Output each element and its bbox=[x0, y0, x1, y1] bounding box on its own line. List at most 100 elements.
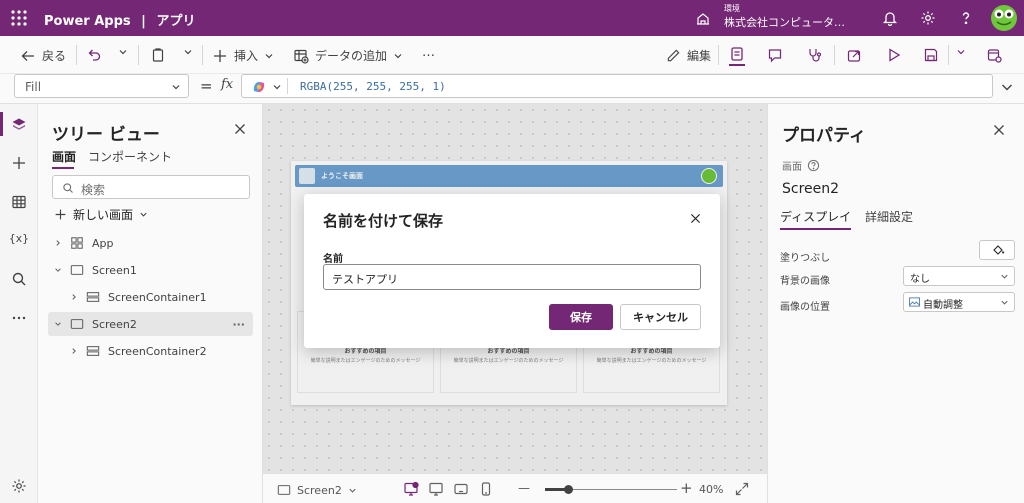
tablet-layout-icon[interactable] bbox=[453, 481, 469, 497]
tree-item-screencontainer2[interactable]: ScreenContainer2 bbox=[48, 339, 253, 363]
tree-item-screencontainer1[interactable]: ScreenContainer1 bbox=[48, 285, 253, 309]
user-avatar[interactable] bbox=[991, 5, 1017, 31]
fill-color-picker[interactable] bbox=[979, 240, 1015, 260]
chevron-down-icon[interactable] bbox=[272, 82, 282, 92]
device-preview-icon[interactable] bbox=[403, 481, 419, 497]
screen-selector[interactable]: Screen2 bbox=[277, 483, 357, 497]
more-icon[interactable] bbox=[11, 310, 27, 326]
zoom-slider-track[interactable] bbox=[545, 485, 677, 494]
save-button[interactable] bbox=[923, 47, 939, 63]
image-position-value: 自動調整 bbox=[923, 300, 963, 311]
app-name-input[interactable]: テストアプリ bbox=[323, 264, 701, 290]
name-field-label: 名前 bbox=[323, 254, 343, 265]
back-button[interactable]: 戻る bbox=[20, 47, 66, 64]
add-data-button[interactable]: データの追加 bbox=[293, 47, 403, 64]
back-arrow-icon bbox=[21, 50, 34, 61]
add-data-label: データの追加 bbox=[315, 49, 388, 63]
chevron-down-icon bbox=[184, 50, 192, 55]
formula-input[interactable]: RGBA(255, 255, 255, 1) bbox=[241, 74, 993, 98]
data-table-icon[interactable] bbox=[11, 194, 27, 210]
chevron-down-icon bbox=[119, 50, 127, 55]
zoom-slider-thumb[interactable] bbox=[564, 485, 573, 494]
help-icon[interactable] bbox=[958, 10, 974, 26]
chevron-right-icon[interactable] bbox=[70, 347, 78, 355]
chevron-right-icon[interactable] bbox=[70, 293, 78, 301]
formula-text[interactable]: RGBA(255, 255, 255, 1) bbox=[300, 80, 446, 93]
database-add-icon bbox=[294, 49, 309, 64]
desktop-layout-icon[interactable] bbox=[428, 481, 444, 497]
settings-icon[interactable] bbox=[920, 10, 936, 26]
copilot-icon[interactable] bbox=[251, 79, 267, 95]
edit-button[interactable]: 編集 bbox=[666, 47, 711, 64]
environment-icon[interactable] bbox=[695, 10, 711, 26]
image-position-select[interactable]: 自動調整 bbox=[903, 292, 1015, 312]
environment-name[interactable]: 株式会社コンピュータ… bbox=[724, 14, 845, 30]
item-more-button[interactable]: ··· bbox=[232, 318, 245, 331]
app-checker-toggle[interactable] bbox=[729, 44, 745, 66]
tab-advanced[interactable]: 詳細設定 bbox=[865, 208, 913, 225]
more-commands-button[interactable]: … bbox=[422, 45, 435, 60]
chevron-down-icon[interactable] bbox=[54, 320, 62, 328]
function-icon[interactable]: fx bbox=[221, 77, 233, 92]
close-icon[interactable] bbox=[993, 124, 1005, 136]
settings-gear-icon[interactable] bbox=[11, 478, 27, 494]
tree-item-screen2[interactable]: Screen2 ··· bbox=[48, 312, 253, 336]
tab-screens[interactable]: 画面 bbox=[52, 148, 76, 169]
variables-icon[interactable]: {x} bbox=[9, 232, 29, 245]
divider bbox=[138, 45, 139, 65]
product-name: Power Apps bbox=[44, 14, 131, 29]
stethoscope-icon bbox=[809, 49, 822, 62]
brand-separator: | bbox=[141, 14, 146, 29]
share-button[interactable] bbox=[846, 47, 862, 63]
save-as-dialog: 名前を付けて保存 名前 テストアプリ 保存 キャンセル bbox=[304, 194, 720, 348]
tab-components[interactable]: コンポーネント bbox=[88, 148, 172, 165]
search-icon bbox=[63, 183, 73, 193]
app-launcher-icon[interactable] bbox=[10, 9, 28, 27]
comments-button[interactable] bbox=[767, 47, 783, 63]
expand-formula-icon[interactable] bbox=[1001, 81, 1013, 93]
zoom-level: 40% bbox=[699, 483, 724, 496]
cancel-button[interactable]: キャンセル bbox=[620, 304, 701, 330]
close-icon[interactable] bbox=[234, 123, 246, 135]
paste-dropdown[interactable] bbox=[183, 47, 193, 57]
close-icon[interactable] bbox=[690, 213, 701, 224]
property-selector[interactable]: Fill bbox=[14, 74, 189, 98]
help-circle-icon[interactable] bbox=[807, 159, 820, 172]
undo-button[interactable] bbox=[86, 47, 102, 63]
chevron-right-icon[interactable] bbox=[54, 239, 62, 247]
fullscreen-icon[interactable] bbox=[735, 482, 749, 496]
chevron-down-icon[interactable] bbox=[54, 266, 62, 274]
checker-button[interactable] bbox=[806, 47, 822, 63]
pencil-icon bbox=[667, 49, 680, 62]
notifications-icon[interactable] bbox=[882, 10, 898, 26]
edit-label: 編集 bbox=[687, 49, 712, 63]
paste-button[interactable] bbox=[150, 47, 166, 63]
new-screen-button[interactable]: 新しい画面 bbox=[54, 206, 148, 223]
chevron-down-icon bbox=[140, 212, 147, 217]
phone-layout-icon[interactable] bbox=[478, 481, 494, 497]
save-dropdown[interactable] bbox=[956, 47, 966, 57]
search-icon[interactable] bbox=[11, 271, 27, 287]
tree-item-screen1[interactable]: Screen1 bbox=[48, 258, 253, 282]
control-type: 画面 bbox=[782, 158, 820, 173]
plus-icon bbox=[214, 49, 226, 62]
background-image-select[interactable]: なし bbox=[903, 266, 1015, 286]
tree-view-layers-icon[interactable] bbox=[11, 117, 27, 133]
insert-button[interactable]: 挿入 bbox=[212, 47, 274, 64]
tab-display[interactable]: ディスプレイ bbox=[780, 208, 852, 230]
preview-button[interactable] bbox=[886, 47, 902, 63]
insert-plus-icon[interactable] bbox=[11, 155, 27, 171]
zoom-in-button[interactable]: + bbox=[680, 479, 693, 497]
formula-bar: Fill = fx RGBA(255, 255, 255, 1) bbox=[0, 74, 1024, 104]
zoom-out-button[interactable]: — bbox=[518, 481, 530, 495]
divider bbox=[202, 45, 203, 65]
save-button[interactable]: 保存 bbox=[549, 304, 613, 330]
control-type-label: 画面 bbox=[782, 162, 802, 173]
undo-dropdown[interactable] bbox=[118, 47, 128, 57]
tree-search-input[interactable]: 検索 bbox=[52, 175, 250, 199]
tree-item-app[interactable]: App bbox=[48, 231, 253, 255]
share-icon bbox=[847, 50, 861, 62]
publish-button[interactable] bbox=[986, 47, 1002, 63]
tree-item-label: App bbox=[92, 236, 114, 250]
screen-icon bbox=[70, 319, 84, 329]
